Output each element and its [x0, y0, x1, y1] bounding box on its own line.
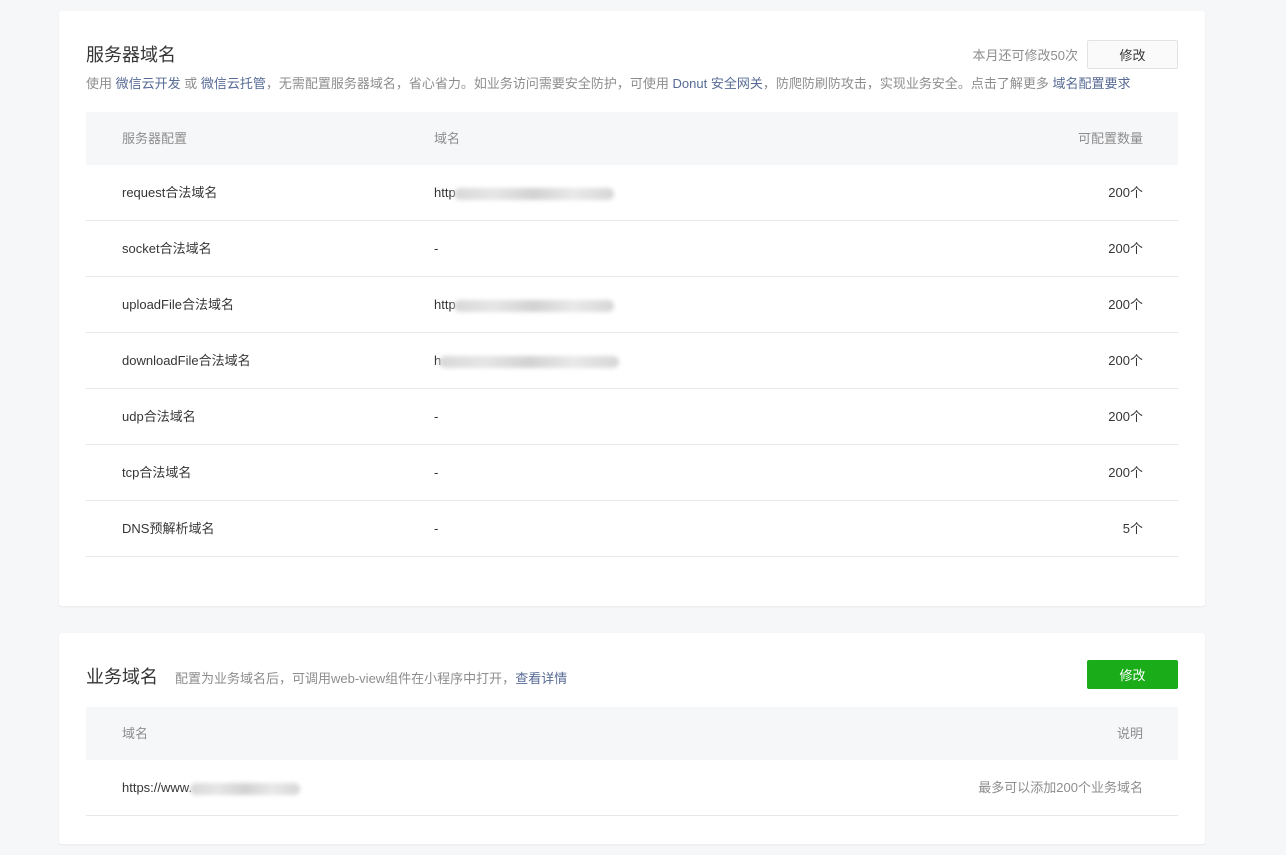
business-domain-card: 业务域名 配置为业务域名后，可调用web-view组件在小程序中打开，查看详情 … [59, 633, 1205, 844]
domain-value: - [434, 465, 439, 480]
domain-text: http [434, 185, 456, 200]
donut-gateway-link[interactable]: Donut 安全网关 [673, 76, 763, 91]
view-details-link[interactable]: 查看详情 [515, 671, 567, 686]
domain-value: - [434, 409, 439, 424]
column-header-note: 说明 [1116, 726, 1143, 741]
business-domain-modify-button[interactable]: 修改 [1087, 660, 1178, 689]
server-domain-table: 服务器配置 域名 可配置数量 request合法域名 http 200个 soc… [86, 112, 1178, 557]
domain-value: - [434, 241, 439, 256]
business-domain-title: 业务域名 [86, 667, 158, 687]
count-value: 200个 [1108, 297, 1143, 312]
server-domain-description: 使用 微信云开发 或 微信云托管，无需配置服务器域名，省心省力。如业务访问需要安… [86, 73, 1130, 92]
modify-quota-text: 本月还可修改50次 [972, 48, 1078, 63]
column-header-domain: 域名 [122, 726, 149, 741]
config-name: tcp合法域名 [122, 465, 192, 480]
server-domain-modify-button[interactable]: 修改 [1087, 40, 1178, 69]
domain-value: http [434, 277, 614, 332]
business-domain-description: 配置为业务域名后，可调用web-view组件在小程序中打开，查看详情 [175, 668, 567, 687]
table-row: downloadFile合法域名 h 200个 [86, 333, 1178, 389]
table-row: socket合法域名 - 200个 [86, 221, 1178, 277]
config-name: DNS预解析域名 [122, 521, 215, 536]
desc-text: 配置为业务域名后，可调用web-view组件在小程序中打开， [175, 671, 516, 686]
count-value: 5个 [1122, 521, 1143, 536]
column-header-count: 可配置数量 [1077, 131, 1143, 146]
config-name: uploadFile合法域名 [122, 297, 234, 312]
desc-text: 使用 [86, 76, 116, 91]
domain-text: https://www. [122, 780, 193, 795]
config-name: udp合法域名 [122, 409, 196, 424]
server-domain-title: 服务器域名 [86, 45, 176, 65]
table-row: uploadFile合法域名 http 200个 [86, 277, 1178, 333]
redacted-mask [439, 355, 620, 368]
server-domain-card: 服务器域名 本月还可修改50次 修改 使用 微信云开发 或 微信云托管，无需配置… [59, 11, 1205, 606]
desc-text: ，防爬防刷防攻击，实现业务安全。点击了解更多 [762, 76, 1053, 91]
table-header: 域名 说明 [86, 707, 1178, 760]
count-value: 200个 [1108, 409, 1143, 424]
cloud-dev-link[interactable]: 微信云开发 [116, 76, 181, 91]
column-header-domain: 域名 [434, 131, 461, 146]
redacted-mask [190, 782, 301, 795]
redacted-mask [453, 187, 614, 200]
table-row: request合法域名 http 200个 [86, 165, 1178, 221]
domain-value: h [434, 333, 620, 388]
note-value: 最多可以添加200个业务域名 [978, 780, 1143, 795]
column-header-config: 服务器配置 [122, 131, 188, 146]
table-row: tcp合法域名 - 200个 [86, 445, 1178, 501]
count-value: 200个 [1108, 185, 1143, 200]
business-domain-table: 域名 说明 https://www. 最多可以添加200个业务域名 [86, 707, 1178, 816]
config-name: request合法域名 [122, 185, 218, 200]
table-row: DNS预解析域名 - 5个 [86, 501, 1178, 557]
config-name: downloadFile合法域名 [122, 353, 251, 368]
count-value: 200个 [1108, 353, 1143, 368]
count-value: 200个 [1108, 465, 1143, 480]
desc-text: 或 [180, 76, 201, 91]
domain-requirements-link[interactable]: 域名配置要求 [1052, 76, 1130, 91]
redacted-mask [453, 299, 614, 312]
table-header: 服务器配置 域名 可配置数量 [86, 112, 1178, 165]
config-name: socket合法域名 [122, 241, 212, 256]
table-row: https://www. 最多可以添加200个业务域名 [86, 760, 1178, 816]
domain-value: - [434, 521, 439, 536]
cloud-hosting-link[interactable]: 微信云托管 [201, 76, 266, 91]
count-value: 200个 [1108, 241, 1143, 256]
desc-text: ，无需配置服务器域名，省心省力。如业务访问需要安全防护，可使用 [265, 76, 673, 91]
domain-value: http [434, 165, 614, 220]
domain-value: https://www. [122, 760, 301, 815]
table-row: udp合法域名 - 200个 [86, 389, 1178, 445]
domain-text: http [434, 297, 456, 312]
